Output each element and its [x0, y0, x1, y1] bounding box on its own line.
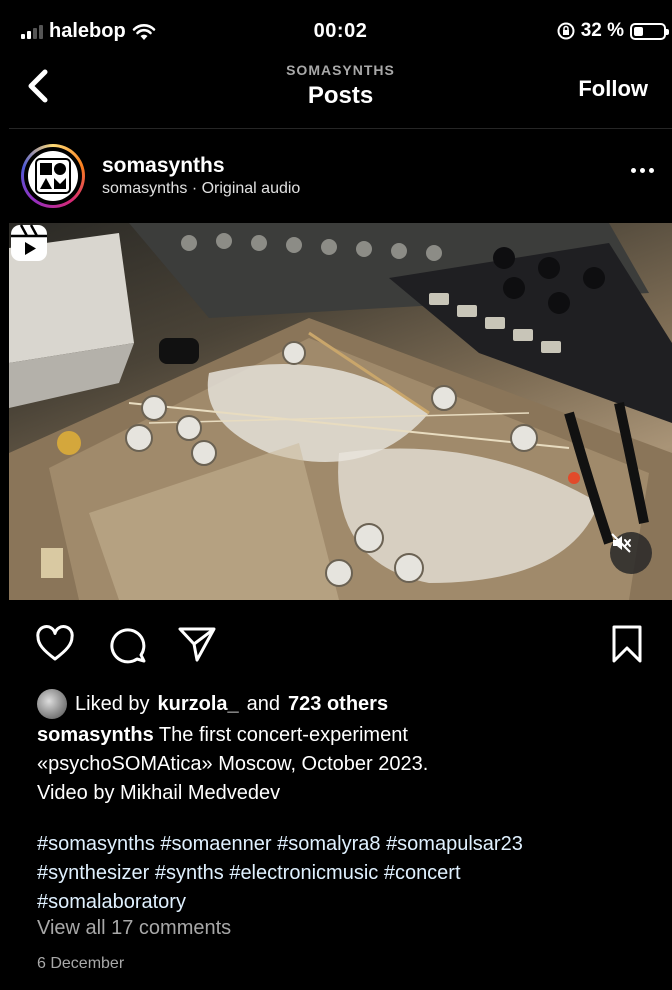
- somasynths-logo-icon: [28, 151, 78, 201]
- follow-button[interactable]: Follow: [578, 76, 648, 102]
- nav-subtitle: SOMASYNTHS: [286, 62, 395, 78]
- hashtags: #somasynths #somaenner #somalyra8 #somap…: [37, 830, 657, 917]
- post-caption: somasynths The first concert-experiment …: [37, 721, 647, 808]
- post-header: somasynths somasynths · Original audio: [9, 140, 672, 220]
- post-video[interactable]: [9, 223, 672, 600]
- page-title: Posts: [307, 82, 374, 109]
- post-date: 6 December: [37, 955, 125, 972]
- battery-icon: [630, 22, 669, 40]
- nav-title-group: SOMASYNTHS Posts: [9, 62, 672, 110]
- likes-summary[interactable]: Liked by kurzola_ and 723 others: [37, 689, 388, 719]
- hashtags-line-3[interactable]: #somalaboratory: [37, 888, 657, 917]
- battery-group: 32 %: [557, 20, 669, 42]
- view-comments-link[interactable]: View all 17 comments: [37, 917, 231, 940]
- likes-user[interactable]: kurzola_: [158, 693, 239, 716]
- nav-bar: SOMASYNTHS Posts Follow: [9, 54, 672, 129]
- likes-middle: and: [246, 692, 281, 715]
- hashtags-line-1[interactable]: #somasynths #somaenner #somalyra8 #somap…: [37, 830, 657, 859]
- share-icon[interactable]: [177, 624, 217, 664]
- comment-icon[interactable]: [107, 624, 147, 664]
- avatar: [37, 689, 67, 719]
- post-username[interactable]: somasynths: [102, 154, 225, 178]
- post-audio-subline[interactable]: somasynths · Original audio: [102, 180, 300, 198]
- reels-icon: [11, 224, 47, 261]
- caption-author[interactable]: somasynths: [37, 724, 154, 746]
- orientation-lock-icon: [557, 22, 575, 40]
- heart-icon[interactable]: [35, 624, 75, 664]
- more-horizontal-icon[interactable]: [631, 168, 654, 173]
- hashtags-line-2[interactable]: #synthesizer #synths #electronicmusic #c…: [37, 859, 657, 888]
- status-bar: halebop 00:02 32 %: [9, 12, 672, 54]
- likes-others[interactable]: 723 others: [288, 693, 388, 716]
- avatar[interactable]: [21, 144, 85, 208]
- action-bar: [9, 612, 672, 672]
- app-frame: halebop 00:02 32 % SOMASYNTHS Posts Foll…: [9, 12, 672, 990]
- caption-line-3: Video by Mikhail Medvedev: [37, 782, 281, 804]
- caption-line-2: «psychoSOMAtica» Moscow, October 2023.: [37, 753, 429, 775]
- synth-scene-illustration: [9, 223, 672, 600]
- bookmark-icon[interactable]: [607, 624, 647, 664]
- battery-percent: 32 %: [580, 20, 624, 41]
- muted-speaker-icon[interactable]: [610, 532, 652, 574]
- likes-prefix: Liked by: [75, 692, 150, 715]
- caption-line-1: The first concert-experiment: [158, 724, 408, 746]
